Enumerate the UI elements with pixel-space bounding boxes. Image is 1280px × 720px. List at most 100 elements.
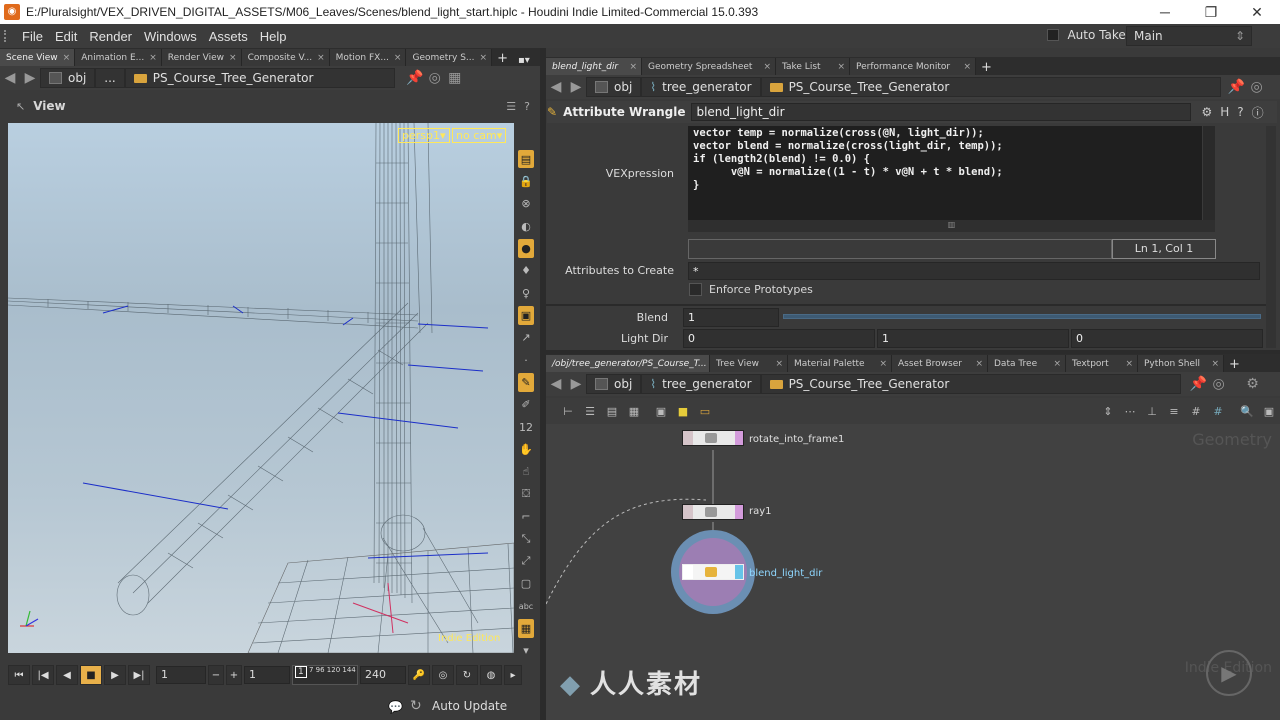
close-tab-icon[interactable]: × [149,53,157,63]
paint-icon[interactable]: ✋ [518,440,534,458]
close-tab-icon[interactable]: × [317,53,325,63]
close-tab-icon[interactable]: × [879,359,887,369]
image-icon[interactable]: ▣ [653,404,669,418]
frame-plus-icon[interactable]: + [226,665,242,685]
arrange-icon[interactable]: ⇕ [1100,404,1116,418]
back-arrow-icon[interactable]: ◀ [546,79,566,95]
light-dir-x-field[interactable]: 0 [683,329,875,348]
list-icon[interactable]: ☰ [582,404,598,418]
forward-arrow-icon[interactable]: ▶ [566,376,586,392]
light-icon[interactable]: ● [518,239,534,258]
menu-assets[interactable]: Assets [203,29,254,44]
node-name-field[interactable]: blend_light_dir [691,103,1192,121]
pen-icon[interactable]: ✐ [518,396,534,414]
minimize-button[interactable]: ─ [1142,4,1188,20]
dots-icon[interactable]: ⋯ [1122,404,1138,418]
close-tab-icon[interactable]: × [975,359,983,369]
key-icon[interactable]: 🔑 [408,665,430,685]
grid-points-icon[interactable]: # [1210,404,1226,418]
blend-field[interactable]: 1 [683,308,779,327]
pin-icon[interactable]: 📌 [1227,79,1247,95]
sphere-icon[interactable]: ◐ [518,217,534,235]
align-icon[interactable]: ⊥ [1144,404,1160,418]
close-tab-icon[interactable]: × [963,62,971,72]
light-link-icon[interactable]: ♀ [518,284,534,302]
playbar-options-icon[interactable]: ▸ [504,665,522,685]
transform-icon[interactable]: ⤢ [518,552,534,570]
corner-icon[interactable]: ⌐ [518,508,534,526]
network-box-icon[interactable]: ▭ [697,404,713,418]
pane-menu-icon[interactable]: ▪▾ [513,55,535,66]
help-icon[interactable]: ? [524,100,530,113]
link-icon[interactable]: ◎ [1247,79,1267,95]
refresh-icon[interactable]: ↻ [410,698,422,714]
image-icon[interactable]: ▦ [518,619,534,638]
close-tab-icon[interactable]: × [1125,359,1133,369]
bucket-icon[interactable]: ⛋ [518,485,534,503]
close-tab-icon[interactable]: × [1053,359,1061,369]
auto-takes-toggle[interactable]: Auto Takes [1047,28,1132,42]
add-tab-icon[interactable]: + [492,51,513,66]
gear-icon[interactable]: ⚙ [1243,376,1263,392]
add-tab-icon[interactable]: + [1224,357,1245,372]
path-tree-generator[interactable]: ⌇ tree_generator [641,374,761,394]
play-icon[interactable]: ▶ [104,665,126,685]
menu-edit[interactable]: Edit [49,29,83,44]
shading-icon[interactable]: ▣ [518,306,534,325]
scale-icon[interactable]: ⤡ [518,530,534,548]
desktop-select[interactable]: Main ⇕ [1126,26,1252,46]
number-icon[interactable]: 12 [518,418,534,436]
help-icon[interactable]: ? [1237,105,1243,119]
bulb-icon[interactable]: ♦ [518,262,534,280]
text-abc-icon[interactable]: abc [518,597,534,615]
tab-data-tree[interactable]: Data Tree × [988,355,1066,372]
forward-arrow-icon[interactable]: ▶ [566,79,586,95]
loop-icon[interactable]: ↻ [456,665,478,685]
tab-motion-fx[interactable]: Motion FX... × [329,49,407,66]
lock-icon[interactable]: 🔒 [518,172,534,190]
link-icon[interactable]: ◎ [425,70,445,86]
close-tab-icon[interactable]: × [480,53,488,63]
tab-material-palette[interactable]: Material Palette × [788,355,892,372]
tab-textport[interactable]: Textport × [1066,355,1138,372]
box-icon[interactable]: ▢ [518,575,534,593]
save-icon[interactable]: ▤ [604,404,620,418]
camera-persp-menu[interactable]: persp1▾ [398,128,450,143]
close-tab-icon[interactable]: × [837,62,845,72]
lines-icon[interactable]: ≡ [1166,404,1182,418]
arrow-tool-icon[interactable]: ↗ [518,329,534,347]
search-icon[interactable]: 🔍 [1239,404,1255,418]
close-tab-icon[interactable]: × [394,53,402,63]
node-blend-light-dir[interactable] [682,564,744,580]
current-frame-field[interactable]: 1 [156,666,206,684]
viewer-options-icon[interactable]: ☰ [506,100,516,113]
tab-geometry-spreadsheet[interactable]: Geometry Spreadsheet × [642,58,776,75]
palette-icon[interactable]: ▦ [626,404,642,418]
tab-geometry-spreadsheet[interactable]: Geometry S... × [406,49,493,66]
step-back-icon[interactable]: |◀ [32,665,54,685]
tab-asset-browser[interactable]: Asset Browser × [892,355,988,372]
timeline[interactable]: 1 7 96 120 144 [292,665,358,685]
path-obj[interactable]: obj [40,68,96,88]
close-tab-icon[interactable]: × [775,359,783,369]
step-forward-icon[interactable]: ▶| [128,665,150,685]
forward-arrow-icon[interactable]: ▶ [20,70,40,86]
hand-icon[interactable]: ☝ [518,463,534,481]
tree-icon[interactable]: ⊢ [560,404,576,418]
auto-update-menu[interactable]: Auto Update [432,699,507,713]
path-obj[interactable]: obj [586,374,642,394]
camera-nocam-menu[interactable]: no cam▾ [452,128,507,143]
add-tab-icon[interactable]: + [976,60,997,75]
node-ray1[interactable] [682,504,744,520]
menu-render[interactable]: Render [83,29,138,44]
vex-code-editor[interactable]: vector temp = normalize(cross(@N, light_… [688,126,1202,220]
code-resize-handle[interactable]: ▥ [688,220,1215,232]
point-icon[interactable]: · [518,351,534,369]
layout-icon[interactable]: ▦ [445,70,465,86]
tab-network-path[interactable]: /obj/tree_generator/PS_Course_T...× [546,355,719,372]
attributes-to-create-field[interactable]: * [688,262,1260,280]
pin-icon[interactable]: 📌 [1189,376,1209,392]
path-node[interactable]: PS_Course_Tree_Generator [760,77,1221,97]
brush-icon[interactable]: ✎ [518,373,534,392]
blend-slider[interactable] [783,314,1261,319]
